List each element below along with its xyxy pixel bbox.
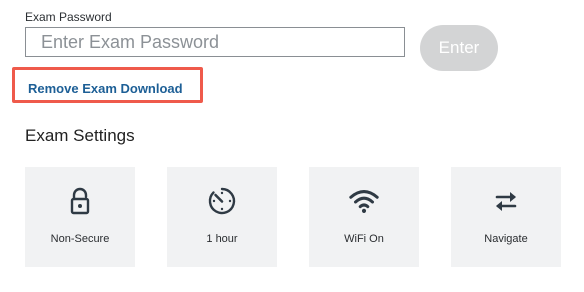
password-label: Exam Password bbox=[25, 10, 112, 24]
setting-tile-wifi: WiFi On bbox=[309, 167, 419, 267]
setting-tile-non-secure: Non-Secure bbox=[25, 167, 135, 267]
setting-tile-time-limit: 1 hour bbox=[167, 167, 277, 267]
password-input[interactable] bbox=[25, 27, 405, 57]
enter-button[interactable]: Enter bbox=[420, 25, 498, 71]
lock-open-icon bbox=[64, 185, 96, 217]
timer-icon bbox=[206, 185, 238, 217]
setting-label: Non-Secure bbox=[50, 233, 110, 245]
setting-label: 1 hour bbox=[206, 233, 238, 245]
setting-tile-navigate: Navigate bbox=[451, 167, 561, 267]
remove-exam-download-link[interactable]: Remove Exam Download bbox=[28, 81, 183, 97]
setting-label: WiFi On bbox=[344, 233, 384, 245]
setting-label: Navigate bbox=[484, 233, 528, 245]
exam-settings-title: Exam Settings bbox=[25, 126, 135, 145]
wifi-icon bbox=[348, 185, 380, 217]
swap-arrows-icon bbox=[490, 185, 522, 217]
exam-login-panel: Exam Password Enter Remove Exam Download… bbox=[0, 0, 584, 292]
